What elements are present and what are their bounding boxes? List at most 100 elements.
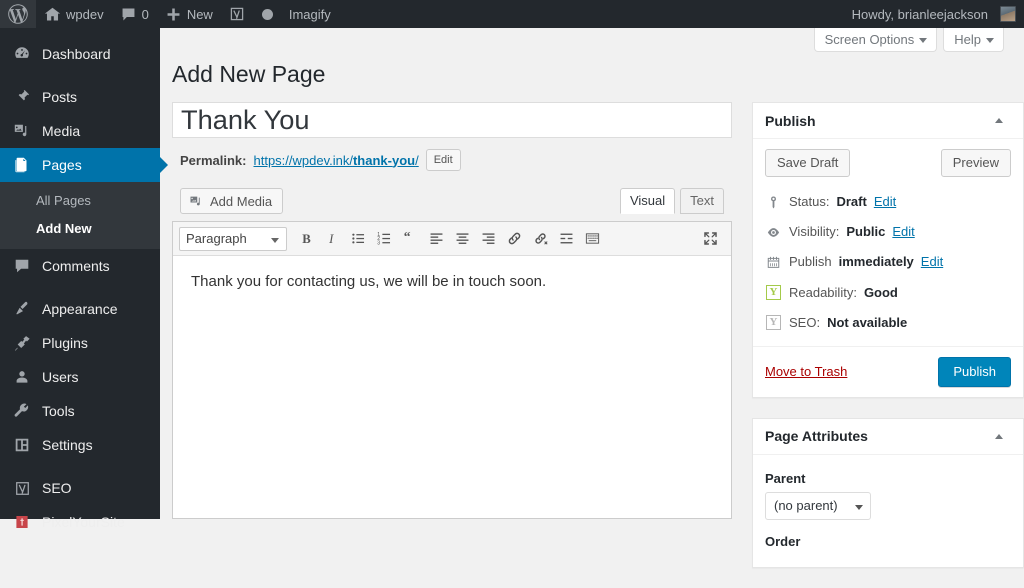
site-name-menu[interactable]: wpdev bbox=[36, 0, 112, 28]
publish-metabox-toggle[interactable] bbox=[987, 109, 1011, 133]
preview-button[interactable]: Preview bbox=[941, 149, 1011, 177]
bold-icon: B bbox=[298, 230, 315, 247]
new-content-menu[interactable]: New bbox=[157, 0, 221, 28]
page-attributes-toggle[interactable] bbox=[987, 424, 1011, 448]
sidebar-item-pixelyoursite[interactable]: PixelYourSite bbox=[0, 505, 160, 539]
wp-logo-menu[interactable] bbox=[0, 0, 36, 28]
status-edit-link[interactable]: Edit bbox=[874, 193, 896, 211]
yoast-gray-icon: Y bbox=[765, 314, 782, 331]
sidebar-item-users[interactable]: Users bbox=[0, 360, 160, 394]
yoast-seo-menu[interactable] bbox=[221, 0, 254, 28]
add-media-button[interactable]: Add Media bbox=[180, 188, 283, 214]
publish-button[interactable]: Publish bbox=[938, 357, 1011, 387]
align-right-button[interactable] bbox=[475, 226, 501, 252]
read-more-button[interactable] bbox=[553, 226, 579, 252]
sidebar-subitem-add-new[interactable]: Add New bbox=[0, 215, 160, 243]
tab-text[interactable]: Text bbox=[680, 188, 724, 214]
menu-separator-2 bbox=[0, 283, 160, 292]
visibility-edit-link[interactable]: Edit bbox=[892, 223, 914, 241]
editor-wrapper: Add Media Visual Text Paragraph bbox=[172, 180, 732, 519]
readability-label: Readability: bbox=[789, 284, 857, 302]
sidebar-item-plugins[interactable]: Plugins bbox=[0, 326, 160, 360]
visibility-label: Visibility: bbox=[789, 223, 839, 241]
sidebar-item-comments[interactable]: Comments bbox=[0, 249, 160, 283]
screen-options-button[interactable]: Screen Options bbox=[814, 28, 938, 52]
italic-icon: I bbox=[324, 230, 341, 247]
link-button[interactable] bbox=[501, 226, 527, 252]
media-icon bbox=[12, 121, 32, 141]
italic-button[interactable]: I bbox=[319, 226, 345, 252]
permalink-label: Permalink: bbox=[180, 153, 246, 168]
sidebar-item-seo[interactable]: SEO bbox=[0, 471, 160, 505]
sidebar-label-tools: Tools bbox=[42, 404, 75, 418]
align-center-button[interactable] bbox=[449, 226, 475, 252]
wordpress-logo-icon bbox=[8, 4, 28, 24]
schedule-value: immediately bbox=[839, 253, 914, 271]
svg-text:“: “ bbox=[403, 230, 410, 244]
permalink-base: https://wpdev.ink/ bbox=[253, 153, 352, 168]
page-attributes-header: Page Attributes bbox=[753, 419, 1023, 455]
sidebar-label-appearance: Appearance bbox=[42, 302, 118, 316]
sidebar-label-settings: Settings bbox=[42, 438, 93, 452]
align-right-icon bbox=[480, 230, 497, 247]
eye-icon bbox=[765, 224, 782, 241]
sidebar-metaboxes: Publish Save Draft Preview bbox=[752, 102, 1024, 588]
editor-content-area[interactable]: Thank you for contacting us, we will be … bbox=[173, 256, 731, 518]
circle-icon bbox=[262, 9, 273, 20]
my-account-menu[interactable]: Howdy, brianleejackson bbox=[844, 0, 1024, 28]
post-title-input[interactable] bbox=[172, 102, 732, 138]
parent-label: Parent bbox=[765, 471, 1011, 486]
bulleted-list-icon bbox=[350, 230, 367, 247]
help-button[interactable]: Help bbox=[943, 28, 1004, 52]
sidebar-item-pages[interactable]: Pages bbox=[0, 148, 160, 182]
sidebar-item-posts[interactable]: Posts bbox=[0, 80, 160, 114]
sidebar-item-media[interactable]: Media bbox=[0, 114, 160, 148]
status-label: Status: bbox=[789, 193, 829, 211]
save-draft-button[interactable]: Save Draft bbox=[765, 149, 850, 177]
numbered-list-button[interactable]: 1 2 3 bbox=[371, 226, 397, 252]
bold-button[interactable]: B bbox=[293, 226, 319, 252]
user-icon bbox=[12, 367, 32, 387]
sidebar-item-settings[interactable]: Settings bbox=[0, 428, 160, 462]
editor-paragraph: Thank you for contacting us, we will be … bbox=[191, 270, 713, 294]
fullscreen-icon bbox=[702, 230, 719, 247]
editor-container: Paragraph B I bbox=[172, 221, 732, 519]
edit-slug-button[interactable]: Edit bbox=[426, 149, 461, 171]
unlink-button[interactable] bbox=[527, 226, 553, 252]
page-attributes-title: Page Attributes bbox=[765, 429, 868, 443]
pin-icon bbox=[12, 87, 32, 107]
brush-icon bbox=[12, 299, 32, 319]
bulleted-list-button[interactable] bbox=[345, 226, 371, 252]
imagify-menu[interactable]: Imagify bbox=[281, 0, 339, 28]
format-select[interactable]: Paragraph bbox=[179, 227, 287, 251]
tab-visual[interactable]: Visual bbox=[620, 188, 675, 214]
comments-menu[interactable]: 0 bbox=[112, 0, 157, 28]
sidebar-item-appearance[interactable]: Appearance bbox=[0, 292, 160, 326]
blockquote-icon: “ bbox=[402, 230, 419, 247]
parent-select[interactable]: (no parent) bbox=[765, 492, 871, 520]
toolbar-toggle-icon bbox=[584, 230, 601, 247]
fullscreen-button[interactable] bbox=[697, 226, 723, 252]
status-dot-menu[interactable] bbox=[254, 0, 281, 28]
blockquote-button[interactable]: “ bbox=[397, 226, 423, 252]
permalink-link[interactable]: https://wpdev.ink/thank-you/ bbox=[253, 153, 418, 168]
plugin-icon bbox=[12, 333, 32, 353]
admin-bar: wpdev 0 New Imagify Howdy, brian bbox=[0, 0, 1024, 28]
comments-count: 0 bbox=[142, 7, 149, 22]
align-left-button[interactable] bbox=[423, 226, 449, 252]
visibility-value: Public bbox=[846, 223, 885, 241]
align-left-icon bbox=[428, 230, 445, 247]
page-attributes-body: Parent (no parent) Order bbox=[753, 455, 1023, 567]
sidebar-subitem-all-pages[interactable]: All Pages bbox=[0, 187, 160, 215]
toolbar-toggle-button[interactable] bbox=[579, 226, 605, 252]
wrench-icon bbox=[12, 401, 32, 421]
svg-text:I: I bbox=[328, 232, 334, 246]
move-to-trash-link[interactable]: Move to Trash bbox=[765, 364, 847, 379]
sidebar-item-tools[interactable]: Tools bbox=[0, 394, 160, 428]
sidebar-item-dashboard[interactable]: Dashboard bbox=[0, 37, 160, 71]
readability-value: Good bbox=[864, 284, 898, 302]
schedule-edit-link[interactable]: Edit bbox=[921, 253, 943, 271]
svg-text:B: B bbox=[302, 232, 311, 246]
new-label: New bbox=[187, 7, 213, 22]
site-name-label: wpdev bbox=[66, 7, 104, 22]
